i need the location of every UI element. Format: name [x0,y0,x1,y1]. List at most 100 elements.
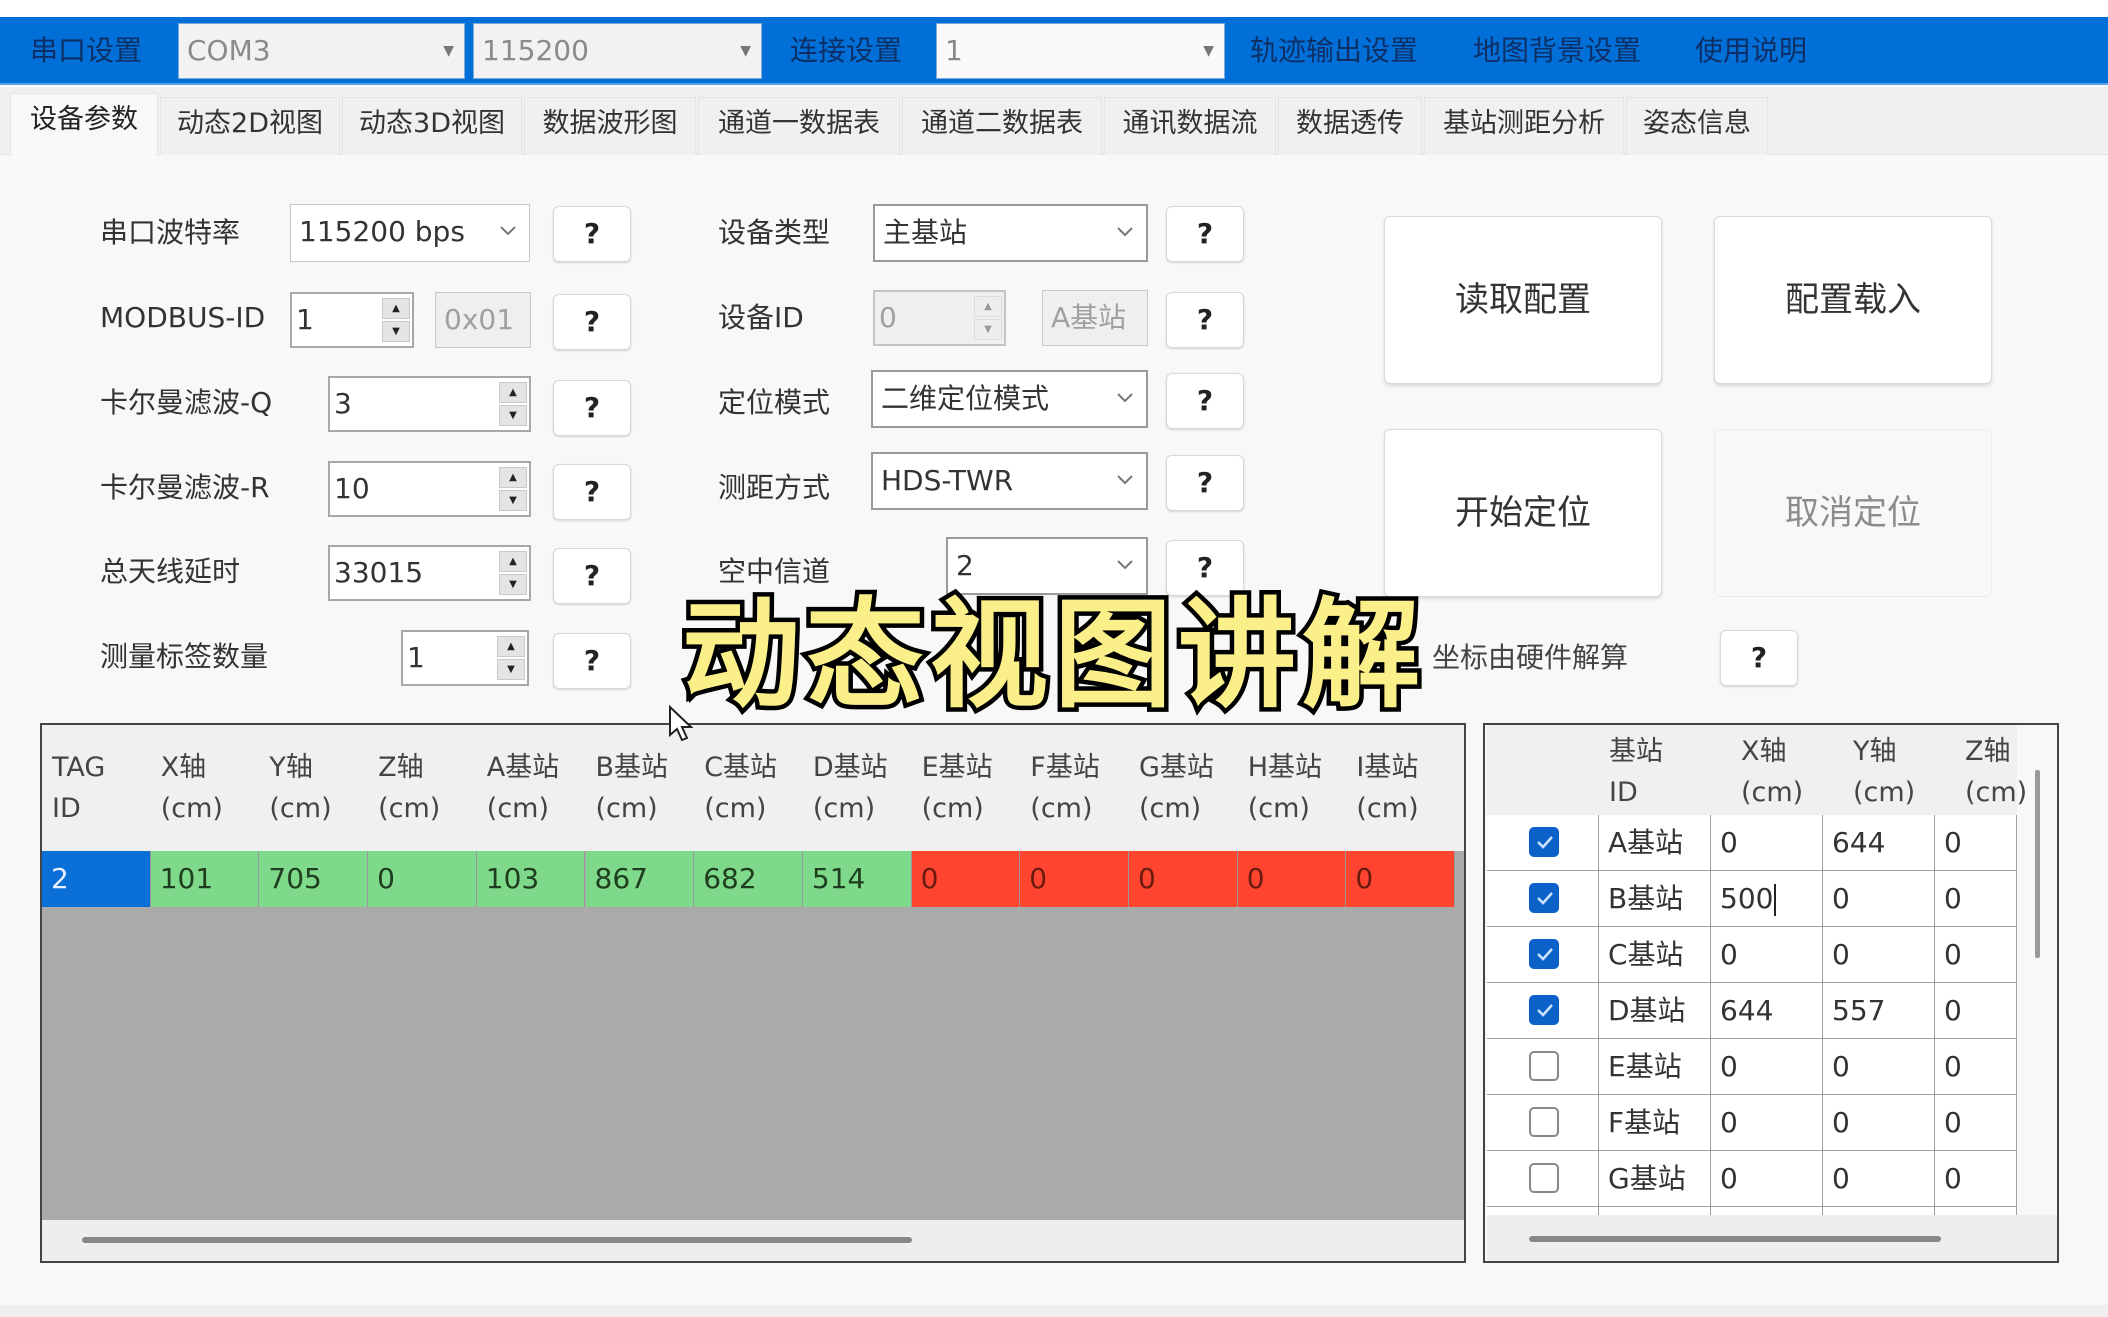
anchor-row[interactable]: G基站 0 0 0 [1487,1151,2017,1207]
column-header[interactable]: TAG ID [52,747,105,829]
column-header[interactable]: A基站 (cm) [487,747,559,829]
tab-anchor-ranging[interactable]: 基站测距分析 [1424,97,1624,155]
table-cell[interactable]: 682 [694,851,803,907]
column-header[interactable]: E基站 (cm) [922,747,993,829]
modbus-id-spinner[interactable]: 1 ▲ ▼ [290,292,414,348]
anchor-row[interactable]: B基站 500 0 0 [1487,871,2017,927]
tab-dynamic-2d[interactable]: 动态2D视图 [160,97,340,155]
coordinate-cell[interactable]: 0 [1711,927,1823,982]
menu-map-background[interactable]: 地图背景设置 [1473,17,1641,85]
table-cell[interactable]: 0 [1346,851,1456,907]
spin-down-icon[interactable]: ▼ [382,321,410,342]
coordinate-cell[interactable]: 0 [1823,871,1935,926]
kalman-q-help-button[interactable]: ? [553,380,631,436]
tag-table-hscrollbar-thumb[interactable] [82,1237,912,1243]
read-config-button[interactable]: 读取配置 [1384,216,1662,384]
anchor-row[interactable]: D基站 644 557 0 [1487,983,2017,1039]
tab-comm-stream[interactable]: 通讯数据流 [1104,97,1276,155]
kalman-q-spinner[interactable]: 3 ▲ ▼ [328,376,531,432]
anchor-row[interactable]: H基站000 [1487,1207,2017,1215]
spin-down-icon[interactable]: ▼ [499,405,527,426]
anchor-row[interactable]: C基站 0 0 0 [1487,927,2017,983]
tag-id-cell[interactable]: 2 [42,851,151,907]
positioning-mode-help-button[interactable]: ? [1166,373,1244,429]
connect-settings-label[interactable]: 连接设置 [790,17,902,85]
column-header[interactable]: X轴 (cm) [1741,731,1803,813]
checkbox-unchecked-icon[interactable] [1529,1051,1559,1081]
tab-dynamic-3d[interactable]: 动态3D视图 [342,97,522,155]
checkbox-checked-icon[interactable] [1529,995,1559,1025]
table-cell[interactable]: 0 [1237,851,1347,907]
checkbox-unchecked-icon[interactable] [1529,1163,1559,1193]
checkbox-checked-icon[interactable] [1529,939,1559,969]
coordinate-cell[interactable]: 0 [1711,1207,1823,1215]
tag-count-help-button[interactable]: ? [553,633,631,689]
coordinate-cell[interactable]: 0 [1935,983,2017,1038]
table-cell[interactable]: 103 [476,851,586,907]
menu-user-guide[interactable]: 使用说明 [1695,17,1807,85]
checkbox-checked-icon[interactable] [1529,883,1559,913]
coordinate-cell[interactable]: 0 [1935,1095,2017,1150]
start-positioning-button[interactable]: 开始定位 [1384,429,1662,597]
column-header[interactable]: X轴 (cm) [161,747,223,829]
coordinate-cell[interactable]: 0 [1935,1039,2017,1094]
antenna-delay-help-button[interactable]: ? [553,548,631,604]
tab-channel-1-table[interactable]: 通道一数据表 [698,97,900,155]
spin-up-icon[interactable]: ▲ [499,467,527,488]
table-row[interactable]: 2 101 705 0 103 867 682 514 0 0 0 0 0 [42,851,1464,907]
spin-down-icon[interactable]: ▼ [499,490,527,511]
anchor-table-hscrollbar-thumb[interactable] [1529,1236,1941,1242]
coordinate-cell[interactable]: 500 [1711,871,1823,926]
column-header[interactable]: F基站 (cm) [1030,747,1100,829]
tab-attitude[interactable]: 姿态信息 [1626,97,1768,155]
checkbox-unchecked-icon[interactable] [1529,1107,1559,1137]
coordinate-cell[interactable]: 0 [1711,815,1823,870]
table-cell[interactable]: 0 [368,851,477,907]
anchor-row[interactable]: A基站 0 644 0 [1487,815,2017,871]
kalman-r-spinner[interactable]: 10 ▲ ▼ [328,461,531,517]
anchor-table-vscrollbar-thumb[interactable] [2035,770,2040,958]
device-id-help-button[interactable]: ? [1166,292,1244,348]
column-header[interactable]: I基站 (cm) [1356,747,1418,829]
coordinate-cell[interactable]: 0 [1935,927,2017,982]
coordinate-cell[interactable]: 0 [1935,871,2017,926]
coordinate-cell[interactable]: 0 [1823,1151,1935,1206]
table-cell[interactable]: 0 [1020,851,1129,907]
table-cell[interactable]: 101 [150,851,260,907]
anchor-row[interactable]: E基站 0 0 0 [1487,1039,2017,1095]
spin-up-icon[interactable]: ▲ [382,298,410,319]
column-header[interactable]: G基站 (cm) [1139,747,1214,829]
modbus-id-help-button[interactable]: ? [553,294,631,350]
anchor-row[interactable]: F基站 0 0 0 [1487,1095,2017,1151]
column-header[interactable]: C基站 (cm) [704,747,777,829]
baud-rate-help-button[interactable]: ? [553,206,631,262]
baud-rate-select[interactable]: 115200 bps [290,204,530,262]
tag-count-spinner[interactable]: 1 ▲ ▼ [401,630,529,686]
device-type-help-button[interactable]: ? [1166,206,1244,262]
coordinate-cell[interactable]: 0 [1935,1151,2017,1206]
positioning-mode-select[interactable]: 二维定位模式 [871,370,1148,428]
tab-channel-2-table[interactable]: 通道二数据表 [902,97,1102,155]
coordinate-cell[interactable]: 0 [1711,1095,1823,1150]
checkbox-checked-icon[interactable] [1529,827,1559,857]
connect-select[interactable]: 1 ▼ [936,23,1225,79]
spin-up-icon[interactable]: ▲ [499,382,527,403]
coordinate-cell[interactable]: 644 [1711,983,1823,1038]
column-header[interactable]: H基站 (cm) [1248,747,1322,829]
table-cell[interactable]: 514 [802,851,912,907]
tab-device-params[interactable]: 设备参数 [10,93,158,157]
column-header[interactable]: Z轴 (cm) [1965,731,2027,813]
column-header[interactable]: Y轴 (cm) [1853,731,1915,813]
coordinate-cell[interactable]: 0 [1935,815,2017,870]
kalman-r-help-button[interactable]: ? [553,464,631,520]
ranging-method-select[interactable]: HDS-TWR [871,452,1148,510]
coordinate-cell[interactable]: 0 [1823,1095,1935,1150]
column-header[interactable]: Y轴 (cm) [269,747,331,829]
coordinate-cell[interactable]: 0 [1823,927,1935,982]
antenna-delay-spinner[interactable]: 33015 ▲ ▼ [328,545,531,601]
column-header[interactable]: 基站 ID [1609,731,1663,813]
column-header[interactable]: B基站 (cm) [596,747,669,829]
coordinate-cell[interactable]: 0 [1711,1039,1823,1094]
spin-down-icon[interactable]: ▼ [497,659,525,680]
coordinate-cell[interactable]: 0 [1823,1207,1935,1215]
